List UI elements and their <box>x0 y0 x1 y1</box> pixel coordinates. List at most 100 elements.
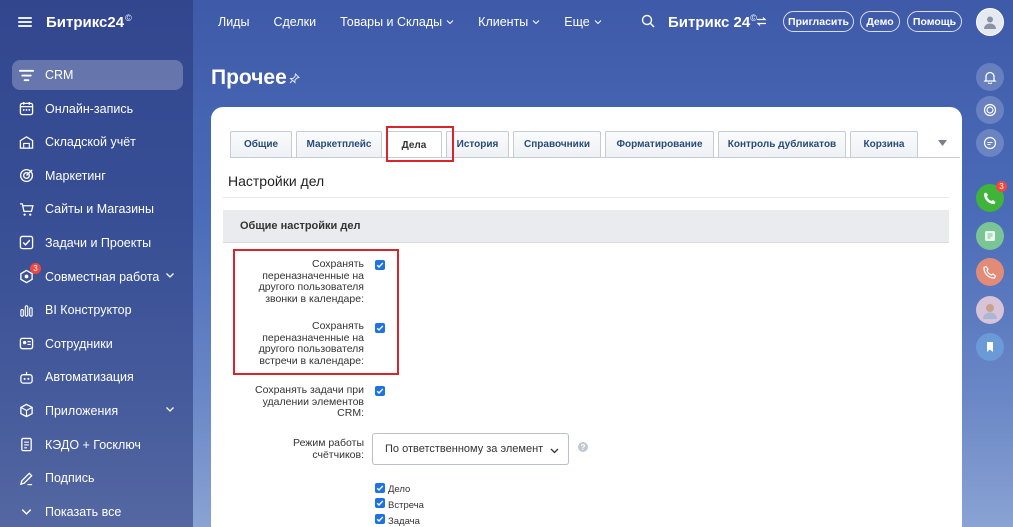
nav-item-leads[interactable]: Лиды <box>218 15 249 29</box>
tab-divider <box>230 157 960 158</box>
chevron-down-icon <box>594 20 602 25</box>
check-icon <box>376 388 384 395</box>
chevron-down-icon <box>532 20 540 25</box>
bell-icon <box>983 71 997 84</box>
nav-item-deals[interactable]: Сделки <box>273 15 316 29</box>
checkbox-icon <box>18 235 34 251</box>
activity-type-checkbox[interactable] <box>375 483 385 493</box>
sidebar-item-label: Приложения <box>45 403 119 418</box>
chevron-down-icon <box>18 504 34 520</box>
sidebar-item-warehouse[interactable]: Складской учёт <box>12 127 183 157</box>
sidebar-item-kedo[interactable]: КЭДО + Госключ <box>12 430 183 460</box>
telephony-button[interactable]: 3 <box>976 181 1007 212</box>
sidebar-item-marketing[interactable]: Маркетинг <box>12 161 183 191</box>
tab-bar: Общие Маркетплейс Дела История Справочни… <box>230 131 922 158</box>
sidebar-item-label: Сотрудники <box>45 336 113 351</box>
cart-icon <box>18 201 34 217</box>
save-tasks-checkbox[interactable] <box>375 386 385 396</box>
section-divider <box>223 197 949 198</box>
tab-formatting[interactable]: Форматирование <box>605 131 714 157</box>
avatar[interactable] <box>976 8 1004 36</box>
box-icon <box>18 403 34 419</box>
notifications-button[interactable] <box>976 63 1004 91</box>
counter-mode-select[interactable]: По ответственному за элемент <box>372 433 569 465</box>
activity-type-checkbox[interactable] <box>375 498 385 508</box>
tab-history[interactable]: История <box>446 131 509 157</box>
phone-icon <box>983 192 996 205</box>
docs-icon <box>18 437 34 453</box>
sidebar-item-label: BI Конструктор <box>45 303 132 318</box>
check-icon <box>376 485 384 492</box>
tab-marketplace[interactable]: Маркетплейс <box>296 131 382 157</box>
calendar-icon <box>18 101 34 117</box>
tab-dictionaries[interactable]: Справочники <box>513 131 601 157</box>
copilot-button[interactable] <box>976 96 1004 124</box>
sidebar-item-label: Совместная работа <box>45 269 160 284</box>
brand-logo[interactable]: Битрикс24© <box>46 13 132 31</box>
bookmark-icon <box>987 342 993 352</box>
sidebar-item-sign[interactable]: Подпись <box>12 463 183 493</box>
pen-icon <box>18 470 34 486</box>
sidebar-item-label: Подпись <box>45 471 95 486</box>
warehouse-icon <box>18 134 34 150</box>
counter-mode-value: По ответственному за элемент <box>385 443 544 455</box>
chat-button[interactable] <box>976 129 1004 157</box>
chart-icon <box>18 302 34 318</box>
help-icon[interactable]: ? <box>578 442 588 452</box>
contact-card-icon <box>985 231 995 241</box>
sidebar-item-label: CRM <box>45 68 74 82</box>
page-title: Прочее <box>211 66 287 89</box>
user-icon <box>984 16 996 29</box>
sidebar-item-label: КЭДО + Госключ <box>45 437 141 452</box>
help-button[interactable]: Помощь <box>907 11 962 32</box>
caret-down-icon <box>937 140 947 146</box>
sidebar-item-bi[interactable]: BI Конструктор <box>12 295 183 325</box>
chevron-down-icon[interactable] <box>165 270 175 280</box>
invite-button[interactable]: Пригласить <box>783 11 854 32</box>
calls-button[interactable] <box>976 258 1004 286</box>
tab-duplicates[interactable]: Контроль дубликатов <box>718 131 846 157</box>
people-icon <box>18 336 34 352</box>
brand-logo[interactable]: Битрикс 24© <box>668 13 757 31</box>
sidebar-item-label: Автоматизация <box>45 370 134 385</box>
highlight-frame <box>386 126 454 162</box>
open-lines-button[interactable] <box>976 222 1004 250</box>
user-icon <box>983 304 997 319</box>
nav-item-products[interactable]: Товары и Склады <box>340 15 454 29</box>
tab-trash[interactable]: Корзина <box>850 131 918 157</box>
sidebar-item-show-all[interactable]: Показать все <box>12 497 183 527</box>
sidebar-item-label: Маркетинг <box>45 168 106 183</box>
notification-badge: 3 <box>996 181 1007 192</box>
pin-icon[interactable] <box>289 73 300 84</box>
menu-icon[interactable] <box>18 17 32 27</box>
activity-type-label: Задача <box>388 516 420 527</box>
sidebar-item-booking[interactable]: Онлайн-запись <box>12 94 183 124</box>
tabs-more-button[interactable] <box>934 135 950 151</box>
demo-button[interactable]: Демо <box>860 11 900 32</box>
user-avatar-button[interactable] <box>976 296 1004 324</box>
sidebar-item-crm[interactable]: CRM <box>12 60 183 90</box>
chevron-down-icon[interactable] <box>165 404 175 414</box>
phone-icon <box>983 265 997 279</box>
top-navigation: Лиды Сделки Товары и Склады Клиенты Еще … <box>193 0 1013 44</box>
swap-icon[interactable] <box>756 16 767 27</box>
sidebar-item-automation[interactable]: Автоматизация <box>12 362 183 392</box>
activity-type-checkbox[interactable] <box>375 514 385 524</box>
sidebar-item-collab[interactable]: 3 Совместная работа <box>12 262 183 292</box>
spiral-icon <box>983 103 997 117</box>
nav-item-clients[interactable]: Клиенты <box>478 15 540 29</box>
sidebar: Битрикс24© CRM Онлайн-запись Складской у… <box>0 0 193 527</box>
sidebar-item-label: Онлайн-запись <box>45 101 134 116</box>
sidebar-item-apps[interactable]: Приложения <box>12 396 183 426</box>
search-icon[interactable] <box>641 14 655 28</box>
tab-general[interactable]: Общие <box>230 131 292 157</box>
activity-type-label: Встреча <box>388 500 424 511</box>
highlight-frame <box>233 249 399 375</box>
sidebar-item-tasks[interactable]: Задачи и Проекты <box>12 228 183 258</box>
bookmarks-button[interactable] <box>976 333 1004 361</box>
sidebar-item-label: Задачи и Проекты <box>45 235 152 250</box>
nav-item-more[interactable]: Еще <box>564 15 602 29</box>
chevron-down-icon <box>446 20 454 25</box>
sidebar-item-sites[interactable]: Сайты и Магазины <box>12 194 183 224</box>
sidebar-item-employees[interactable]: Сотрудники <box>12 329 183 359</box>
